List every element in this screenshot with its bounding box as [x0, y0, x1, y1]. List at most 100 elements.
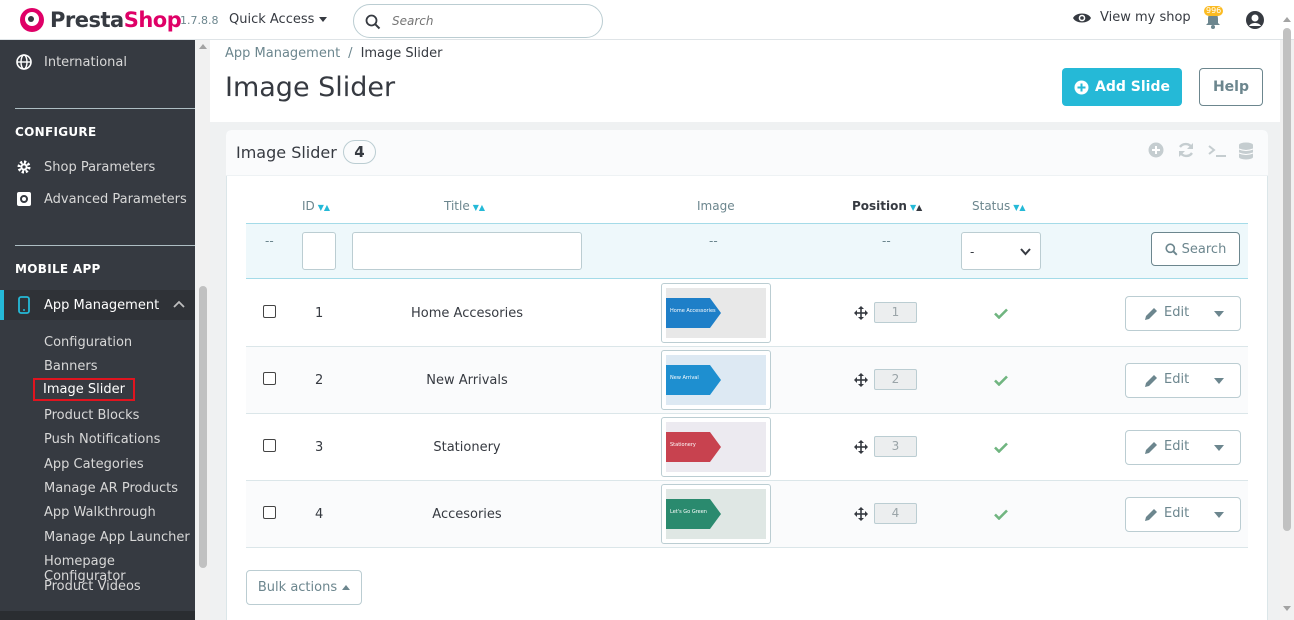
sort-arrows-icon[interactable]: ▼▲: [473, 203, 485, 212]
filter-id-input[interactable]: [302, 232, 336, 270]
edit-button[interactable]: Edit: [1125, 296, 1241, 331]
bulk-actions-label: Bulk actions: [257, 580, 338, 595]
slide-banner-text: Let's Go Green: [670, 509, 707, 515]
version-label: 1.7.8.8: [180, 14, 219, 27]
scroll-down-arrow-icon[interactable]: [1283, 606, 1291, 611]
sidebar-sub-image-slider[interactable]: Image Slider: [33, 378, 135, 401]
sidebar-footer: [0, 611, 195, 620]
breadcrumb-parent[interactable]: App Management: [225, 46, 340, 61]
filter-placeholder-dashes: --: [265, 234, 274, 248]
position-value: 4: [874, 503, 917, 524]
sidebar-divider: [15, 245, 195, 246]
sidebar-sub-product-blocks[interactable]: Product Blocks: [44, 408, 139, 423]
column-header-position[interactable]: Position ▼▲: [852, 199, 922, 213]
edit-button[interactable]: Edit: [1125, 363, 1241, 398]
sort-arrows-icon[interactable]: ▼▲: [318, 203, 330, 212]
slide-thumbnail[interactable]: Home Accessories: [661, 283, 771, 343]
sidebar-sub-banners[interactable]: Banners: [44, 359, 97, 374]
page-scroll-thumb[interactable]: [1283, 28, 1291, 531]
bulk-actions-button[interactable]: Bulk actions: [246, 570, 362, 605]
pencil-icon: [1145, 509, 1157, 521]
sort-arrows-icon[interactable]: ▼▲: [1013, 203, 1025, 212]
sidebar-item-advanced-parameters[interactable]: Advanced Parameters: [0, 184, 195, 214]
add-slide-button[interactable]: Add Slide: [1062, 68, 1182, 106]
breadcrumb: App Management / Image Slider: [225, 46, 442, 61]
brand-name-part2: Shop: [123, 8, 182, 32]
chevron-down-icon: [1020, 248, 1031, 256]
caret-down-icon[interactable]: [1214, 378, 1224, 384]
slide-thumbnail[interactable]: Let's Go Green: [661, 484, 771, 544]
sidebar-sub-manage-ar-products[interactable]: Manage AR Products: [44, 481, 178, 496]
sidebar-sub-app-categories[interactable]: App Categories: [44, 457, 144, 472]
drag-move-icon[interactable]: [854, 373, 868, 387]
row-title: Home Accesories: [246, 306, 688, 321]
slide-count-badge: 4: [343, 140, 376, 164]
slide-image: Home Accessories: [666, 288, 766, 338]
status-enabled-check-icon[interactable]: [994, 375, 1008, 386]
sidebar-scroll-thumb[interactable]: [199, 286, 207, 568]
column-header-title[interactable]: Title ▼▲: [444, 199, 485, 213]
column-header-image: Image: [697, 199, 735, 213]
drag-move-icon[interactable]: [854, 507, 868, 521]
row-title-text: Stationery: [433, 440, 501, 455]
filter-title-input[interactable]: [352, 232, 582, 270]
chevron-up-icon[interactable]: [173, 299, 185, 309]
search-filter-button[interactable]: Search: [1151, 232, 1240, 266]
globe-icon: [16, 54, 32, 70]
scroll-up-arrow-icon[interactable]: [199, 44, 207, 49]
sidebar-item-app-management[interactable]: App Management: [0, 290, 195, 320]
sidebar-sub-app-walkthrough[interactable]: App Walkthrough: [44, 505, 156, 520]
gear-icon: [17, 160, 31, 174]
filter-status-select[interactable]: -: [961, 232, 1041, 270]
sidebar-item-shop-parameters[interactable]: Shop Parameters: [0, 152, 195, 182]
quick-access-label: Quick Access: [229, 12, 315, 27]
slide-banner-text: New Arrival: [670, 375, 699, 381]
caret-down-icon[interactable]: [1214, 445, 1224, 451]
database-icon[interactable]: [1238, 142, 1254, 160]
pencil-icon: [1145, 375, 1157, 387]
caret-down-icon[interactable]: [1214, 512, 1224, 518]
sidebar-sub-push-notifications[interactable]: Push Notifications: [44, 432, 160, 447]
sidebar-sub-configuration[interactable]: Configuration: [44, 335, 132, 350]
edit-button-label: Edit: [1164, 305, 1190, 320]
drag-move-icon[interactable]: [854, 440, 868, 454]
table-row: 4 Accesories Let's Go Green 4 Edit: [246, 481, 1248, 548]
caret-down-icon[interactable]: [1214, 311, 1224, 317]
edit-button[interactable]: Edit: [1125, 430, 1241, 465]
sort-arrows-icon[interactable]: ▼▲: [910, 203, 922, 212]
add-slide-label: Add Slide: [1095, 79, 1170, 95]
search-input[interactable]: [392, 12, 592, 30]
slide-image: New Arrival: [666, 355, 766, 405]
refresh-icon[interactable]: [1177, 142, 1195, 158]
view-my-shop-link[interactable]: View my shop: [1072, 10, 1191, 25]
header-search[interactable]: [353, 4, 603, 38]
sidebar-item-label: App Management: [44, 297, 160, 313]
sidebar-item-label: International: [44, 54, 127, 70]
status-enabled-check-icon[interactable]: [994, 509, 1008, 520]
quick-access-dropdown[interactable]: Quick Access: [229, 12, 328, 27]
status-enabled-check-icon[interactable]: [994, 442, 1008, 453]
help-button[interactable]: Help: [1199, 68, 1263, 106]
top-header: PrestaShop 1.7.8.8 Quick Access View my …: [0, 0, 1294, 40]
terminal-icon[interactable]: [1207, 142, 1227, 158]
drag-move-icon[interactable]: [854, 306, 868, 320]
mobile-phone-icon: [18, 296, 30, 314]
scroll-up-arrow-icon[interactable]: [1283, 17, 1291, 22]
edit-button[interactable]: Edit: [1125, 497, 1241, 532]
panel-title: Image Slider: [236, 143, 337, 162]
user-avatar-icon[interactable]: [1245, 10, 1265, 30]
sidebar-sub-product-videos[interactable]: Product Videos: [44, 579, 141, 594]
slide-banner-text: Stationery: [670, 442, 696, 448]
column-header-status[interactable]: Status ▼▲: [972, 199, 1026, 213]
caret-down-icon: [319, 17, 328, 22]
sidebar-item-label: Advanced Parameters: [44, 191, 187, 207]
sidebar-nav: International CONFIGURE Shop Parameters …: [0, 40, 195, 620]
sidebar-sub-manage-app-launcher[interactable]: Manage App Launcher: [44, 530, 190, 545]
column-header-id[interactable]: ID ▼▲: [302, 199, 330, 213]
slide-thumbnail[interactable]: New Arrival: [661, 350, 771, 410]
add-new-icon[interactable]: [1148, 142, 1164, 158]
prestashop-logo[interactable]: PrestaShop: [20, 8, 182, 32]
sidebar-item-international[interactable]: International: [0, 47, 195, 77]
slide-thumbnail[interactable]: Stationery: [661, 417, 771, 477]
status-enabled-check-icon[interactable]: [994, 308, 1008, 319]
